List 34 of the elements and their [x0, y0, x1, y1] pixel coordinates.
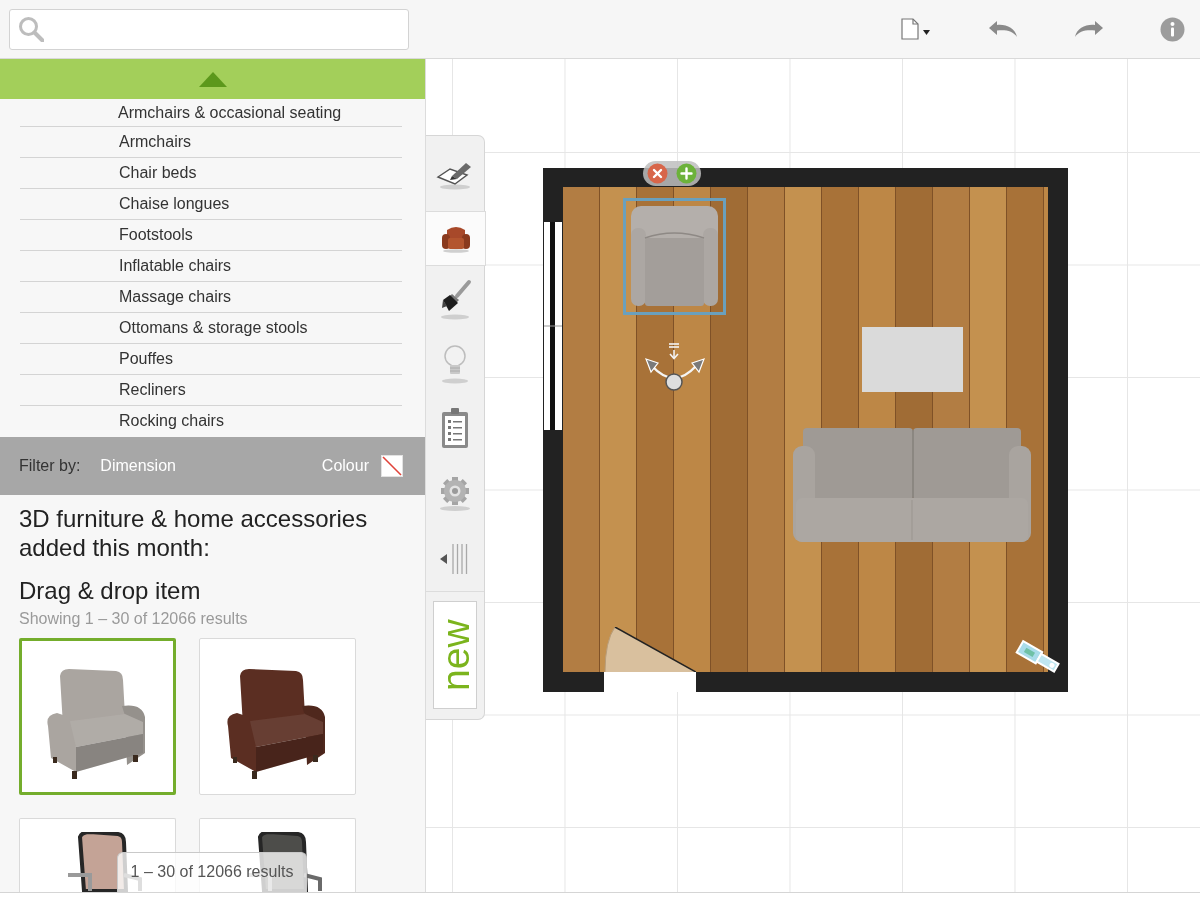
collapse-icon[interactable] [440, 541, 470, 576]
redo-icon[interactable] [1074, 20, 1104, 38]
side-tab[interactable] [426, 211, 486, 266]
category-item[interactable]: Footstools [20, 219, 402, 250]
filter-label: Filter by: [19, 456, 81, 476]
category-item[interactable]: Recliners [20, 374, 402, 405]
up-arrow-icon [198, 71, 227, 87]
category-item[interactable]: Armchairs [20, 126, 402, 157]
category-item[interactable]: Pouffes [20, 343, 402, 374]
category-item[interactable]: Inflatable chairs [20, 250, 402, 281]
rotate-handle[interactable] [645, 342, 705, 393]
swatch-icon[interactable] [381, 455, 403, 477]
section-subtitle: Drag & drop item [19, 576, 202, 605]
results-counter-toast: 1 – 30 of 12066 results [117, 852, 307, 892]
add-icon[interactable] [676, 163, 697, 184]
category-item[interactable]: Chaise longues [20, 188, 402, 219]
category-item[interactable]: Massage chairs [20, 281, 402, 312]
settings-icon [437, 475, 473, 512]
undo-icon[interactable] [988, 20, 1018, 38]
category-item[interactable]: Ottomans & storage stools [20, 312, 402, 343]
results-count: Showing 1 – 30 of 12066 results [19, 609, 249, 629]
info-icon[interactable] [1160, 16, 1185, 42]
section-title: 3D furniture & home accessories added this month: [19, 504, 369, 562]
clipboard-icon [439, 406, 471, 451]
search-icon [18, 16, 44, 42]
category-heading: Armchairs & occasional seating [117, 103, 343, 123]
category-item[interactable]: Chair beds [20, 157, 402, 188]
armchair-top-view[interactable] [623, 198, 726, 315]
delete-icon[interactable] [647, 163, 668, 184]
armchair-icon [439, 224, 472, 253]
search-field[interactable] [9, 8, 409, 50]
new-document-icon[interactable] [900, 18, 932, 40]
lightbulb-icon [439, 342, 471, 385]
category-item[interactable]: Rocking chairs [20, 405, 402, 436]
